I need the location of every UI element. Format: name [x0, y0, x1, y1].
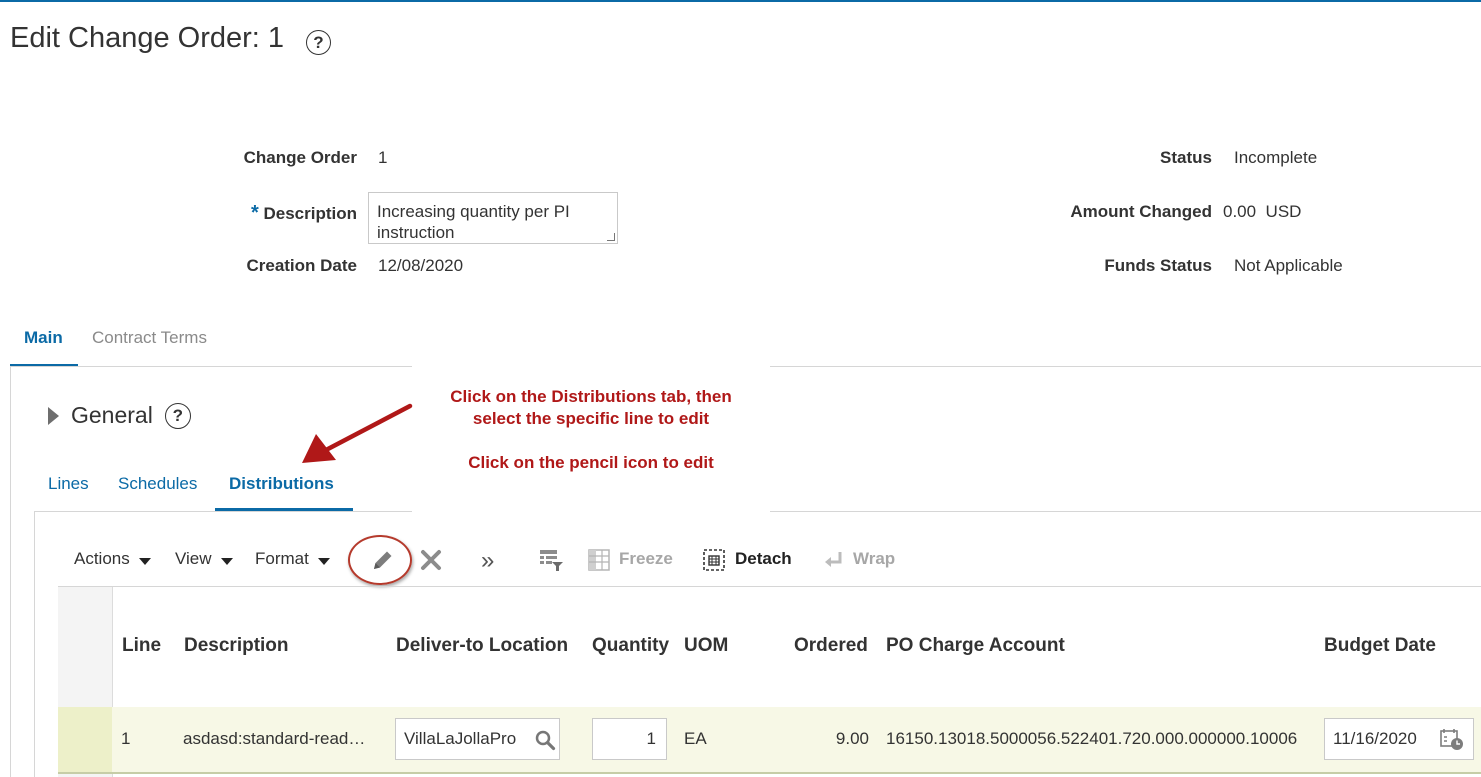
caret-down-icon [220, 557, 233, 565]
description-label-group: * Description [180, 202, 357, 225]
pencil-icon[interactable] [370, 547, 396, 573]
row-selector[interactable] [58, 707, 112, 772]
help-icon[interactable]: ? [164, 402, 191, 429]
creation-date-value: 12/08/2020 [378, 256, 464, 275]
actions-label: Actions [74, 549, 130, 568]
description-text: Increasing quantity per PI instruction [377, 202, 570, 242]
caret-down-icon [317, 557, 330, 565]
detach-icon[interactable] [702, 548, 726, 572]
callout-line-1: Click on the Distributions tab, then [450, 387, 732, 406]
calendar-icon[interactable] [1439, 727, 1465, 751]
resize-handle-icon[interactable] [607, 233, 615, 241]
freeze-icon [588, 549, 610, 571]
actions-menu[interactable]: Actions [74, 549, 151, 569]
annotation-arrow-icon [302, 403, 413, 463]
inner-panel-border [34, 511, 35, 777]
creation-date-label: Creation Date [246, 256, 357, 275]
quantity-value: 1 [646, 729, 656, 748]
top-accent-bar [0, 0, 1481, 2]
amount-value: 0.00 [1223, 202, 1257, 221]
wrap-icon [825, 552, 842, 567]
search-icon[interactable] [534, 729, 556, 751]
column-header-po-charge-account[interactable]: PO Charge Account [886, 635, 1065, 657]
column-header-deliver-to-location[interactable]: Deliver-to Location [396, 635, 568, 657]
tab-contract-terms[interactable]: Contract Terms [92, 328, 207, 348]
wrap-button: Wrap [853, 549, 896, 568]
funds-status-label: Funds Status [1104, 256, 1212, 275]
format-menu[interactable]: Format [255, 549, 330, 569]
row-border [58, 772, 1481, 774]
cell-line: 1 [121, 729, 131, 748]
change-order-value: 1 [378, 148, 388, 167]
tab-lines[interactable]: Lines [48, 474, 89, 494]
currency-code: USD [1265, 202, 1302, 221]
description-textarea[interactable]: Increasing quantity per PI instruction [368, 192, 618, 244]
quantity-input[interactable]: 1 [592, 718, 667, 760]
general-title: General [71, 402, 153, 428]
detach-button[interactable]: Detach [735, 549, 792, 569]
column-header-line[interactable]: Line [122, 635, 161, 657]
amount-changed-label: Amount Changed [1070, 202, 1212, 221]
column-header-uom[interactable]: UOM [684, 635, 728, 657]
deliver-to-location-input[interactable]: VillaLaJollaPro [395, 718, 560, 760]
required-marker: * [250, 202, 259, 224]
x-icon[interactable] [419, 548, 443, 572]
help-icon[interactable]: ? [306, 30, 331, 55]
callout-line-3: Click on the pencil icon to edit [468, 453, 714, 472]
column-header-description[interactable]: Description [184, 635, 289, 657]
freeze-button: Freeze [619, 549, 673, 568]
cell-uom: EA [684, 729, 707, 748]
more-icon[interactable]: » [481, 547, 494, 575]
tab-schedules[interactable]: Schedules [118, 474, 197, 494]
tab-main[interactable]: Main [24, 328, 63, 348]
caret-down-icon [138, 557, 151, 565]
status-label: Status [1160, 148, 1212, 167]
description-label: Description [263, 204, 357, 223]
query-by-example-icon[interactable] [538, 548, 564, 572]
budget-date-input[interactable]: 11/16/2020 [1324, 718, 1474, 760]
budget-date-value: 11/16/2020 [1333, 729, 1417, 748]
cell-description: asdasd:standard-read… [183, 729, 366, 748]
panel-border [10, 366, 11, 777]
status-value: Incomplete [1234, 148, 1318, 167]
cell-ordered: 9.00 [835, 729, 869, 748]
funds-status-value: Not Applicable [1234, 256, 1343, 275]
callout-line-2: select the specific line to edit [472, 409, 710, 428]
page-title: Edit Change Order: 1 [10, 22, 285, 54]
toolbar-divider [58, 586, 1481, 587]
column-header-ordered[interactable]: Ordered [794, 635, 868, 657]
disclosure-triangle-icon[interactable] [48, 406, 59, 425]
change-order-label: Change Order [243, 148, 357, 167]
amount-changed-value: 0.00 USD [1223, 202, 1301, 222]
cell-po-charge-account[interactable]: 16150.13018.5000056.522401.720.000.00000… [886, 729, 1317, 749]
format-label: Format [255, 549, 309, 568]
general-section-header[interactable]: General ? [48, 402, 191, 429]
tab-distributions[interactable]: Distributions [229, 474, 334, 494]
column-header-budget-date[interactable]: Budget Date [1324, 635, 1436, 657]
view-menu[interactable]: View [175, 549, 233, 569]
column-header-quantity[interactable]: Quantity [592, 635, 669, 657]
deliver-to-location-value: VillaLaJollaPro [404, 729, 517, 748]
view-label: View [175, 549, 212, 568]
